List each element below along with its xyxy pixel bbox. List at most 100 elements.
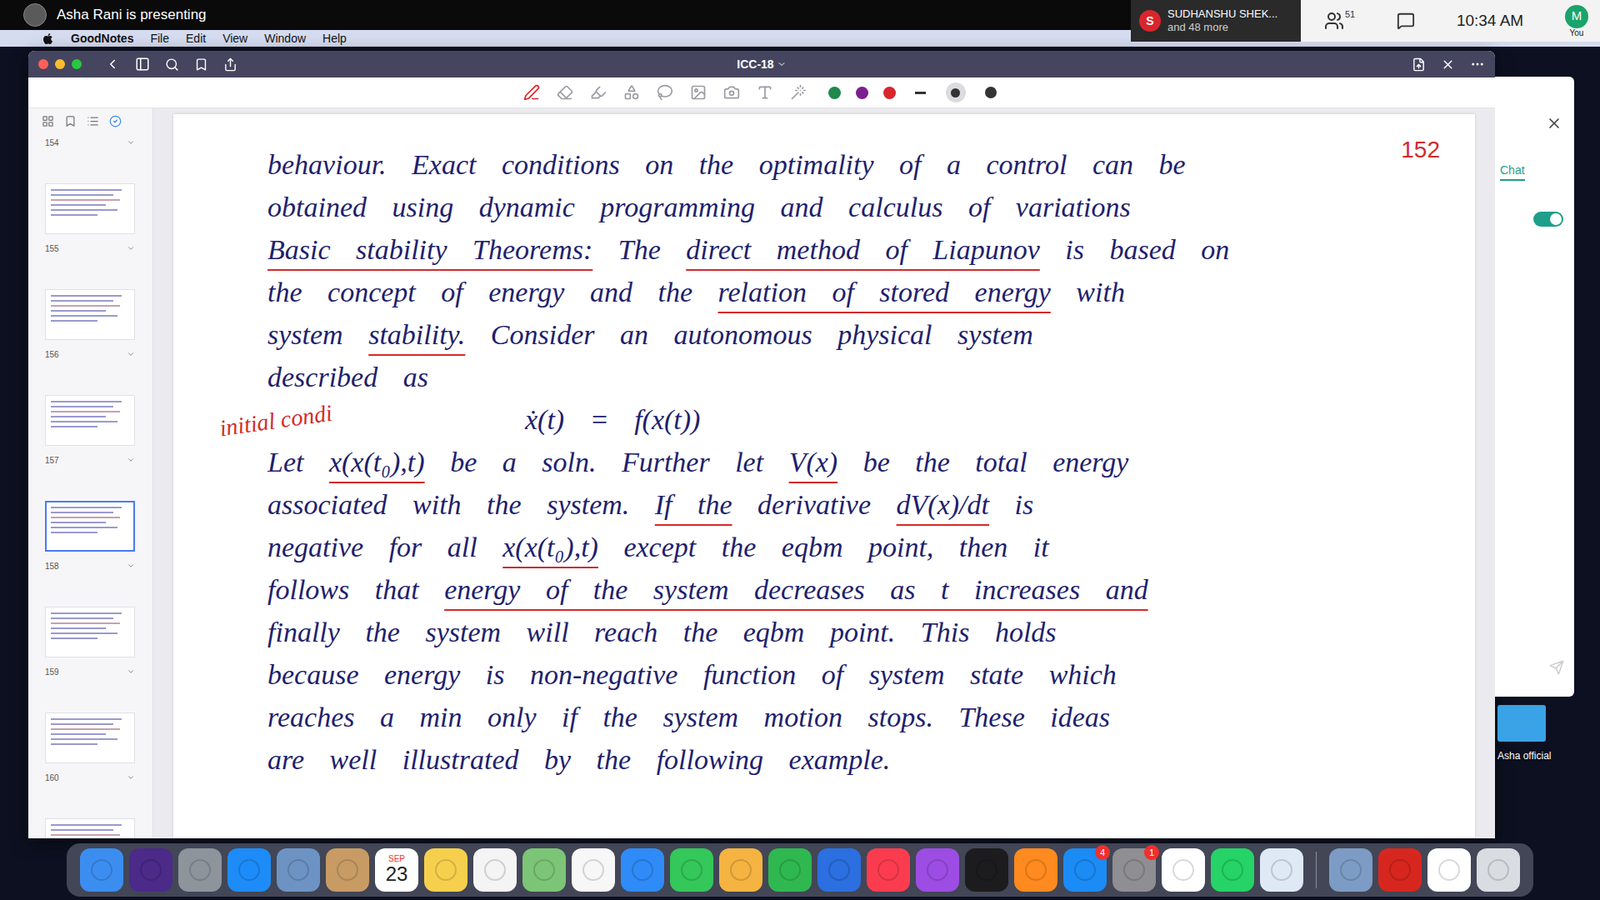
page-menu-icon[interactable] <box>126 455 135 465</box>
note-text: ẋ(t) = f(x(t)) <box>525 404 700 435</box>
page-item[interactable]: 155 <box>45 183 153 258</box>
dock-app-icon[interactable] <box>1014 848 1058 892</box>
page-menu-icon[interactable] <box>126 773 135 782</box>
text-tool-icon[interactable] <box>756 84 774 101</box>
dock-app-icon[interactable] <box>915 848 960 892</box>
bookmarks-icon[interactable] <box>64 115 77 128</box>
dock-app-icon[interactable] <box>129 848 173 892</box>
pen-size-option[interactable] <box>945 82 966 103</box>
page-menu-icon[interactable] <box>126 138 135 147</box>
page-thumbnail[interactable] <box>45 606 135 658</box>
underlined-phrase: relation of stored energy <box>717 276 1050 308</box>
dock-app-icon[interactable] <box>1260 848 1304 892</box>
dock-app-icon[interactable] <box>670 848 714 892</box>
page-menu-icon[interactable] <box>126 244 135 253</box>
zoom-light[interactable] <box>71 59 82 70</box>
pen-size-option[interactable] <box>980 82 1001 103</box>
note-page[interactable]: 152initial condibehaviour. Exact conditi… <box>173 114 1475 839</box>
dock-app-icon[interactable] <box>1329 848 1373 892</box>
page-thumbnail[interactable] <box>45 818 135 839</box>
laser-tool-icon[interactable] <box>790 84 807 101</box>
page-thumbnail[interactable] <box>45 183 135 235</box>
search-icon[interactable] <box>165 57 180 72</box>
dock-app-icon[interactable] <box>866 848 910 892</box>
dock-app-icon[interactable] <box>276 848 320 892</box>
close-chat-icon[interactable] <box>1545 115 1563 132</box>
grid-view-icon[interactable] <box>41 115 55 128</box>
ink-color-swatch[interactable] <box>855 86 869 100</box>
close-light[interactable] <box>38 59 49 70</box>
self-avatar[interactable]: MYou <box>1565 5 1589 38</box>
menu-item[interactable]: Window <box>264 30 306 48</box>
dock-app-icon[interactable] <box>620 848 665 892</box>
dock-app-icon[interactable] <box>522 848 566 892</box>
minimize-light[interactable] <box>55 59 65 70</box>
select-icon[interactable] <box>109 115 122 128</box>
dock-app-icon[interactable] <box>325 848 370 892</box>
page-menu-icon[interactable] <box>126 561 135 570</box>
page-menu-icon[interactable] <box>126 350 135 359</box>
image-tool-icon[interactable] <box>690 84 707 101</box>
back-icon[interactable] <box>105 56 120 72</box>
dock-app-icon[interactable] <box>1161 848 1205 892</box>
outline-icon[interactable] <box>86 115 100 128</box>
more-icon[interactable] <box>1470 56 1485 72</box>
pen-size-option[interactable] <box>910 82 931 103</box>
menu-item[interactable]: Help <box>322 30 347 48</box>
shapes-tool-icon[interactable] <box>623 84 640 101</box>
dock-app-icon[interactable] <box>571 848 615 892</box>
page-thumbnail[interactable] <box>45 712 135 764</box>
share-icon[interactable] <box>223 57 238 72</box>
ink-color-swatch[interactable] <box>883 86 896 100</box>
page-item[interactable]: 159 <box>45 606 153 681</box>
send-icon[interactable] <box>1549 660 1565 675</box>
page-item[interactable]: 160 <box>45 712 153 787</box>
page-thumbnail[interactable] <box>45 500 135 552</box>
dock-app-icon[interactable]: 1 <box>1112 848 1156 892</box>
dock-app-icon[interactable] <box>424 848 468 892</box>
dock-app-icon[interactable] <box>473 848 517 892</box>
page-item[interactable]: 158 <box>45 500 153 575</box>
chat-tab[interactable]: Chat <box>1500 163 1525 181</box>
dock-app-icon[interactable] <box>965 848 1009 892</box>
calendar-app-icon[interactable]: SEP23 <box>375 848 419 892</box>
sidebar-toggle-icon[interactable] <box>135 56 150 72</box>
ink-color-swatch[interactable] <box>828 86 841 100</box>
dock-app-icon[interactable] <box>227 848 271 892</box>
video-tile[interactable]: Asha official <box>1497 705 1551 764</box>
page-item[interactable]: 154 <box>45 133 153 152</box>
lasso-tool-icon[interactable] <box>656 84 674 101</box>
dock-app-icon[interactable] <box>80 848 124 892</box>
eraser-tool-icon[interactable] <box>556 84 574 101</box>
dock-app-icon[interactable] <box>178 848 222 892</box>
page-menu-icon[interactable] <box>126 667 135 676</box>
export-icon[interactable] <box>1411 57 1426 72</box>
highlighter-tool-icon[interactable] <box>590 84 607 101</box>
camera-tool-icon[interactable] <box>723 84 740 101</box>
menu-app-name[interactable]: GoodNotes <box>70 30 134 48</box>
dock-app-icon[interactable] <box>1210 848 1255 892</box>
dock-app-icon[interactable] <box>1427 848 1471 892</box>
dock-app-icon[interactable] <box>1378 848 1422 892</box>
dock-app-icon[interactable] <box>768 848 812 892</box>
page-item[interactable]: 156 <box>45 289 153 364</box>
menu-item[interactable]: File <box>150 30 170 48</box>
menu-item[interactable]: Edit <box>185 30 206 48</box>
pen-tool-icon[interactable] <box>523 84 540 101</box>
apple-icon[interactable] <box>41 32 55 45</box>
chat-icon[interactable] <box>1396 11 1415 30</box>
page-item[interactable]: 157 <box>45 395 153 470</box>
close-document-icon[interactable] <box>1440 57 1455 72</box>
dock-app-icon[interactable]: 4 <box>1063 848 1107 892</box>
participants-button[interactable]: 51 <box>1324 10 1355 31</box>
dock-app-icon[interactable] <box>817 848 861 892</box>
dock-app-icon[interactable] <box>1476 848 1520 892</box>
menu-item[interactable]: View <box>222 30 248 48</box>
dock-app-icon[interactable] <box>719 848 763 892</box>
chat-toggle[interactable] <box>1533 211 1564 227</box>
join-notification[interactable]: SSUDHANSHU SHEK...and 48 more <box>1130 0 1301 42</box>
page-thumbnail[interactable] <box>45 289 135 340</box>
document-title[interactable]: ICC-18 <box>736 55 786 74</box>
bookmark-icon[interactable] <box>194 57 209 72</box>
page-thumbnail[interactable] <box>45 395 135 446</box>
